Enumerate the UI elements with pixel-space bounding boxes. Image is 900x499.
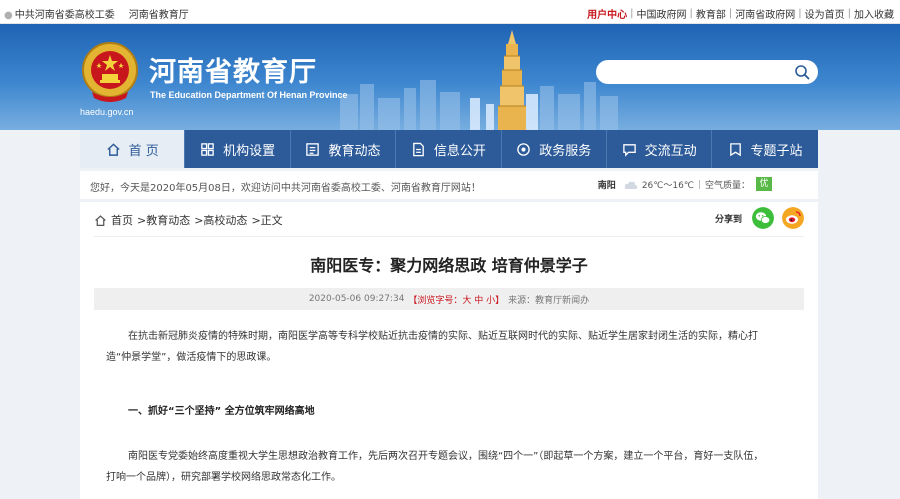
weather-city: 南阳 <box>597 181 616 191</box>
article-panel: 首页 >教育动态 >高校动态 >正文 分享到 南阳医专：聚力网络思政 培育仲景学… <box>80 202 818 499</box>
breadcrumb: 首页 >教育动态 >高校动态 >正文 <box>94 212 283 228</box>
weather-temperature: 26℃～16℃ <box>641 181 694 191</box>
top-link-henan-gov[interactable]: 河南省政府网 <box>735 6 795 21</box>
nav-item-news[interactable]: 教育动态 <box>291 130 397 168</box>
search-box <box>596 60 818 84</box>
nav-label: 政务服务 <box>539 143 592 159</box>
top-link-gov[interactable]: 中国政府网 <box>637 6 687 21</box>
article-paragraph: 在抗击新冠肺炎疫情的特殊时期，南阳医学高等专科学校贴近抗击疫情的实际、贴近互联网… <box>106 331 758 363</box>
info-bar: 您好，今天是2020年05月08日，欢迎访问中共河南省委高校工委、河南省教育厅网… <box>80 171 818 199</box>
nav-item-interaction[interactable]: 交流互动 <box>607 130 713 168</box>
breadcrumb-home[interactable]: 首页 <box>111 212 133 228</box>
section-heading: 一、抓好“三个坚持” 全方位筑牢网络高地 <box>128 406 315 417</box>
nav-label: 信息公开 <box>433 143 486 159</box>
city-skyline-image <box>340 30 618 130</box>
share-label: 分享到 <box>714 214 742 225</box>
home-icon <box>107 142 120 156</box>
nav-item-topic-sites[interactable]: 专题子站 <box>712 130 817 168</box>
top-link-work-committee[interactable]: ● 中共河南省委高校工委 <box>4 6 115 21</box>
cloud-icon <box>624 181 638 189</box>
org-icon <box>201 142 214 156</box>
welcome-text: 您好，今天是2020年05月08日，欢迎访问中共河南省委高校工委、河南省教育厅网… <box>90 183 481 194</box>
search-icon[interactable] <box>794 64 810 80</box>
top-link-education-dept[interactable]: 河南省教育厅 <box>129 6 189 21</box>
set-homepage-link[interactable]: 设为首页 <box>805 6 845 21</box>
share-bar: 分享到 <box>715 207 804 229</box>
nav-item-gov-service[interactable]: 政务服务 <box>502 130 607 168</box>
top-links-left: ● 中共河南省委高校工委 河南省教育厅 <box>4 6 189 21</box>
nav-item-info-disclosure[interactable]: 信息公开 <box>396 130 502 168</box>
nav-label: 首 页 <box>128 143 159 159</box>
user-center-link[interactable]: 用户中心 <box>587 6 627 21</box>
article-date: 2020-05-06 09:27:34 <box>308 294 405 304</box>
article-source: 来源：教育厅新闻办 <box>508 295 590 306</box>
document-icon <box>413 142 424 156</box>
nav-label: 机构设置 <box>223 143 276 159</box>
air-quality-label: 空气质量： <box>704 181 750 191</box>
nav-item-organization[interactable]: 机构设置 <box>185 130 291 168</box>
top-bar: ● 中共河南省委高校工委 河南省教育厅 用户中心 | 中国政府网 | 教育部 | … <box>0 0 900 24</box>
weibo-icon[interactable] <box>782 207 804 229</box>
breadcrumb-university-news[interactable]: >高校动态 <box>194 212 247 228</box>
header-banner: haedu.gov.cn 河南省教育厅 The Education Depart… <box>0 24 900 130</box>
article-paragraph: 南阳医专党委始终高度重视大学生思想政治教育工作，先后两次召开专题会议，围绕“四个… <box>106 451 764 483</box>
topic-icon <box>729 142 741 156</box>
site-domain: haedu.gov.cn <box>80 107 134 117</box>
main-nav: 首 页 机构设置 教育动态 信息公开 政务服务 交流互动 专题子站 <box>80 130 818 168</box>
font-size-control[interactable]: 【浏览字号：大 中 小】 <box>408 293 504 306</box>
news-icon <box>306 142 320 156</box>
nav-label: 教育动态 <box>328 143 381 159</box>
air-quality-badge: 优 <box>756 177 772 191</box>
weather-widget: 南阳 26℃～16℃ | 空气质量： <box>597 179 750 192</box>
nav-label: 专题子站 <box>750 143 803 159</box>
site-title: 河南省教育厅 <box>149 57 317 88</box>
top-links-right: 用户中心 | 中国政府网 | 教育部 | 河南省政府网 | 设为首页 | 加入收… <box>587 6 894 21</box>
nav-label: 交流互动 <box>644 143 697 159</box>
nav-item-home[interactable]: 首 页 <box>80 130 186 168</box>
site-subtitle: The Education Department Of Henan Provin… <box>150 90 348 100</box>
wechat-icon[interactable] <box>752 207 774 229</box>
national-emblem-icon <box>82 42 138 102</box>
article-meta: 2020-05-06 09:27:34 【浏览字号：大 中 小】 来源：教育厅新… <box>94 288 804 310</box>
add-favorite-link[interactable]: 加入收藏 <box>854 6 894 21</box>
chat-icon <box>622 143 636 157</box>
service-icon <box>517 142 531 156</box>
search-input[interactable] <box>606 63 776 81</box>
article-title: 南阳医专：聚力网络思政 培育仲景学子 <box>310 256 588 275</box>
top-link-moe[interactable]: 教育部 <box>696 6 726 21</box>
breadcrumb-current: >正文 <box>251 214 283 227</box>
breadcrumb-education-news[interactable]: >教育动态 <box>137 212 190 228</box>
home-icon <box>95 214 106 226</box>
divider <box>94 236 804 237</box>
